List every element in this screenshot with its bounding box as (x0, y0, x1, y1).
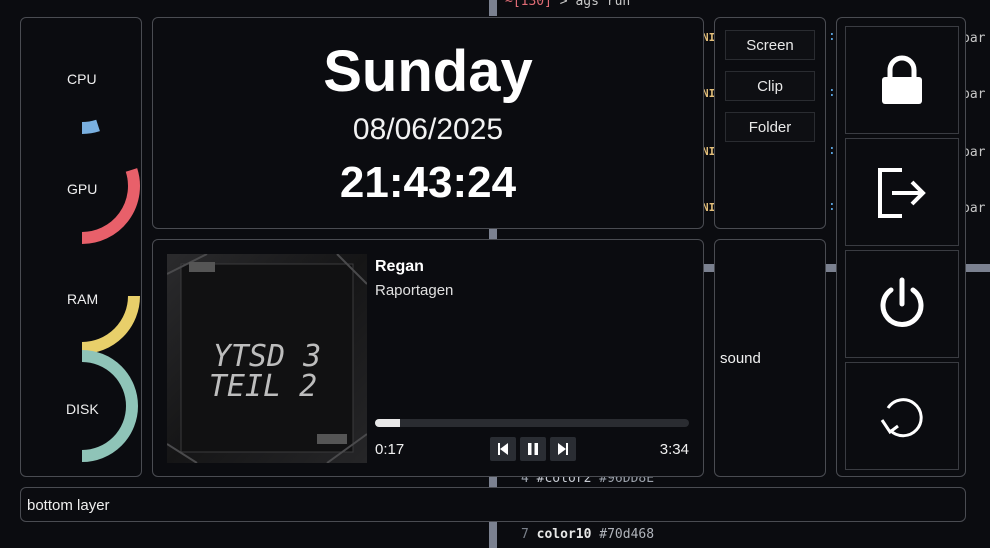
track-artist: Raportagen (375, 282, 454, 299)
logout-icon (878, 168, 926, 218)
screenshot-panel: Screen Clip Folder (714, 17, 826, 229)
weekday: Sunday (323, 39, 533, 104)
total-time: 3:34 (659, 441, 689, 458)
terminal-text: : (828, 143, 836, 158)
terminal-text: : (828, 199, 836, 214)
pause-icon (528, 443, 538, 455)
cpu-gauge (81, 119, 100, 134)
window-divider (704, 264, 714, 272)
disk-label: DISK (66, 401, 99, 417)
ram-label: RAM (67, 291, 99, 307)
next-icon (558, 443, 568, 455)
previous-button[interactable] (490, 437, 516, 461)
folder-button[interactable]: Folder (725, 112, 815, 142)
date: 08/06/2025 (352, 113, 504, 146)
progress-fill (375, 419, 401, 427)
window-divider (489, 0, 497, 16)
window-divider (826, 264, 836, 272)
reboot-button[interactable] (845, 362, 959, 470)
progress-bar[interactable] (375, 419, 689, 427)
media-player-panel: YTSD 3 TEIL 2 Regan Raportagen 0:17 3:34 (152, 239, 704, 477)
bottom-layer-bar: bottom layer (20, 487, 966, 522)
shutdown-button[interactable] (845, 250, 959, 358)
terminal-text: : (828, 85, 836, 100)
clip-button[interactable]: Clip (725, 71, 815, 101)
album-art: YTSD 3 TEIL 2 (167, 254, 367, 463)
pause-button[interactable] (520, 437, 546, 461)
terminal-prompt: ~[130] > ags run (505, 0, 631, 9)
power-icon (880, 277, 924, 327)
cover-text-line2: TEIL 2 (209, 369, 317, 404)
terminal-text: : (828, 29, 836, 44)
reboot-icon (880, 398, 923, 438)
previous-icon (498, 443, 508, 455)
logout-button[interactable] (845, 138, 959, 246)
gpu-label: GPU (67, 181, 98, 197)
window-divider (489, 229, 497, 239)
editor-line: 7 color10 #70d468 (521, 527, 655, 542)
current-time: 0:17 (375, 441, 405, 458)
window-divider (489, 477, 497, 487)
sound-label: sound (720, 350, 761, 367)
window-divider (489, 522, 497, 548)
track-title: Regan (375, 258, 424, 275)
clock-panel: Sunday 08/06/2025 21:43:24 (152, 17, 704, 229)
screen-button[interactable]: Screen (725, 30, 815, 60)
lock-icon (882, 55, 922, 104)
sound-panel: sound (714, 239, 826, 477)
time: 21:43:24 (339, 158, 517, 207)
next-button[interactable] (550, 437, 576, 461)
power-panel (836, 17, 966, 477)
album-cover: YTSD 3 TEIL 2 (167, 254, 367, 463)
bottom-layer-label: bottom layer (27, 497, 110, 514)
window-divider (966, 264, 990, 272)
lock-button[interactable] (845, 26, 959, 134)
system-stats-panel: CPU GPU RAM DISK (20, 17, 142, 477)
cpu-label: CPU (67, 71, 97, 87)
